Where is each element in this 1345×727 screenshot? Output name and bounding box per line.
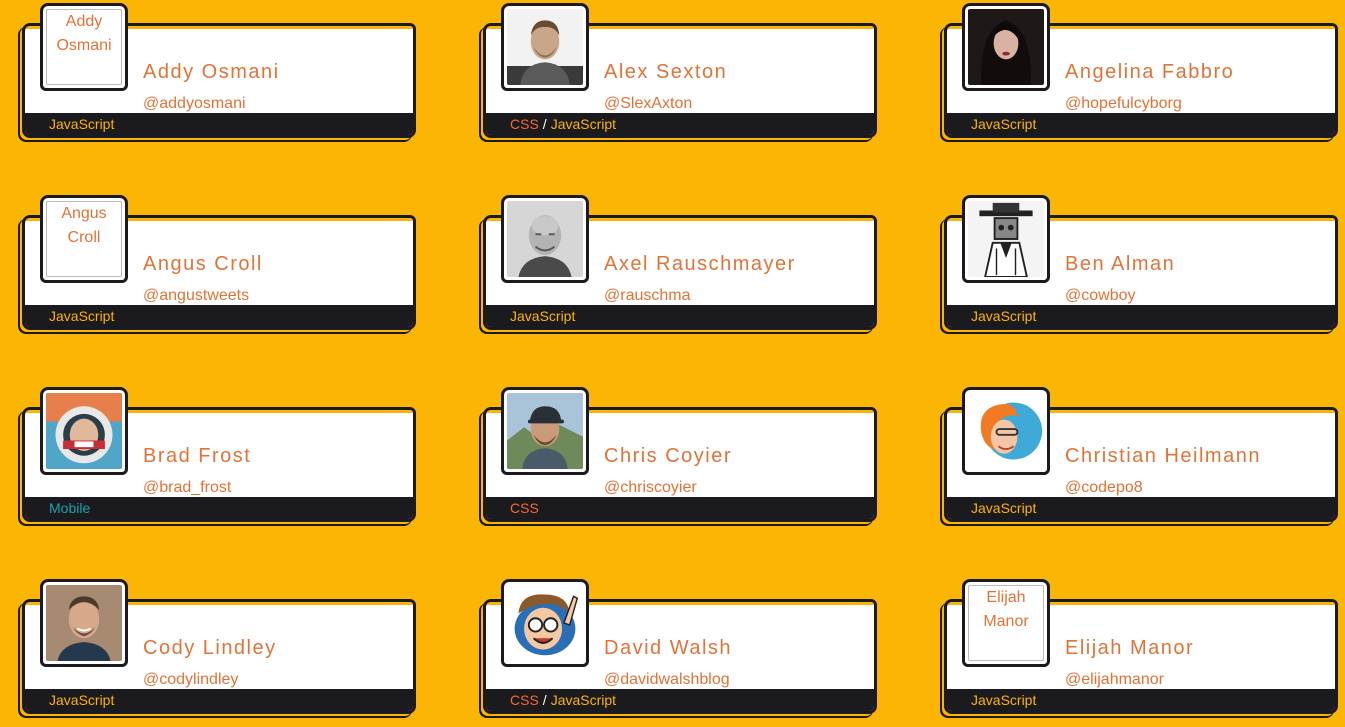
twitter-handle-link[interactable]: @elijahmanor [1065, 671, 1164, 689]
person-card-david-walsh[interactable]: David Walsh @davidwalshblog CSS / JavaScript [483, 579, 877, 714]
twitter-handle-link[interactable]: @hopefulcyborg [1065, 95, 1182, 113]
twitter-handle-link[interactable]: @brad_frost [143, 479, 231, 497]
category-tag-javascript[interactable]: JavaScript [551, 692, 616, 708]
twitter-handle-link[interactable]: @codepo8 [1065, 479, 1143, 497]
twitter-handle-link[interactable]: @SlexAxton [604, 95, 692, 113]
category-tag-javascript[interactable]: JavaScript [510, 308, 575, 324]
category-bar: JavaScript [25, 689, 413, 711]
twitter-handle-link[interactable]: @cowboy [1065, 287, 1136, 305]
person-name[interactable]: Alex Sexton [604, 61, 727, 84]
avatar[interactable] [501, 3, 589, 91]
person-name[interactable]: Cody Lindley [143, 637, 277, 660]
category-bar: JavaScript [947, 305, 1335, 327]
twitter-handle-link[interactable]: @angustweets [143, 287, 249, 305]
category-bar: JavaScript [947, 497, 1335, 519]
person-card-axel-rauschmayer[interactable]: Axel Rauschmayer @rauschma JavaScript [483, 195, 877, 330]
person-card-angus-croll[interactable]: Angus Croll @angustweets JavaScript Angus C… [22, 195, 416, 330]
broken-image-alt-text: Addy Osmani [46, 9, 122, 85]
person-name[interactable]: Chris Coyier [604, 445, 732, 468]
avatar-photo [46, 393, 122, 469]
category-bar: CSS / JavaScript [486, 113, 874, 135]
person-card-ben-alman[interactable]: Ben Alman @cowboy JavaScript [944, 195, 1338, 330]
people-grid: Addy Osmani @addyosmani JavaScript Addy Osm… [0, 0, 1345, 727]
avatar[interactable]: Elijah Manor [962, 579, 1050, 667]
category-bar: JavaScript [25, 113, 413, 135]
category-tag-mobile[interactable]: Mobile [49, 500, 90, 516]
avatar-photo [507, 585, 583, 661]
avatar[interactable] [501, 579, 589, 667]
avatar[interactable] [501, 387, 589, 475]
avatar[interactable] [40, 387, 128, 475]
category-separator: / [542, 116, 547, 132]
twitter-handle-link[interactable]: @addyosmani [143, 95, 246, 113]
person-card-angelina-fabbro[interactable]: Angelina Fabbro @hopefulcyborg JavaScript [944, 3, 1338, 138]
person-name[interactable]: Addy Osmani [143, 61, 280, 84]
twitter-handle-link[interactable]: @davidwalshblog [604, 671, 730, 689]
category-tag-javascript[interactable]: JavaScript [49, 692, 114, 708]
person-name[interactable]: David Walsh [604, 637, 732, 660]
category-bar: CSS / JavaScript [486, 689, 874, 711]
avatar-photo [507, 393, 583, 469]
broken-image-alt-text: Angus Croll [46, 201, 122, 277]
avatar[interactable] [40, 579, 128, 667]
avatar[interactable] [962, 387, 1050, 475]
person-name[interactable]: Brad Frost [143, 445, 251, 468]
person-card-elijah-manor[interactable]: Elijah Manor @elijahmanor JavaScript Elijah… [944, 579, 1338, 714]
category-bar: JavaScript [486, 305, 874, 327]
category-separator: / [542, 692, 547, 708]
category-tag-javascript[interactable]: JavaScript [551, 116, 616, 132]
avatar[interactable] [962, 3, 1050, 91]
category-tag-javascript[interactable]: JavaScript [971, 692, 1036, 708]
avatar-photo [507, 201, 583, 277]
category-tag-javascript[interactable]: JavaScript [49, 116, 114, 132]
category-tag-css[interactable]: CSS [510, 500, 539, 516]
person-name[interactable]: Axel Rauschmayer [604, 253, 796, 276]
broken-image-alt-text: Elijah Manor [968, 585, 1044, 661]
person-name[interactable]: Elijah Manor [1065, 637, 1194, 660]
category-bar: JavaScript [947, 113, 1335, 135]
avatar-photo [46, 585, 122, 661]
avatar[interactable] [962, 195, 1050, 283]
person-name[interactable]: Ben Alman [1065, 253, 1175, 276]
person-name[interactable]: Angus Croll [143, 253, 263, 276]
person-card-christian-heilmann[interactable]: Christian Heilmann @codepo8 JavaScript [944, 387, 1338, 522]
category-tag-javascript[interactable]: JavaScript [971, 308, 1036, 324]
avatar-photo [968, 9, 1044, 85]
person-card-addy-osmani[interactable]: Addy Osmani @addyosmani JavaScript Addy Osm… [22, 3, 416, 138]
category-bar: CSS [486, 497, 874, 519]
category-tag-javascript[interactable]: JavaScript [971, 500, 1036, 516]
category-bar: JavaScript [947, 689, 1335, 711]
avatar[interactable]: Angus Croll [40, 195, 128, 283]
category-bar: Mobile [25, 497, 413, 519]
avatar-photo [968, 393, 1044, 469]
twitter-handle-link[interactable]: @chriscoyier [604, 479, 697, 497]
category-tag-javascript[interactable]: JavaScript [49, 308, 114, 324]
avatar[interactable] [501, 195, 589, 283]
category-tag-javascript[interactable]: JavaScript [971, 116, 1036, 132]
person-card-alex-sexton[interactable]: Alex Sexton @SlexAxton CSS / JavaScript [483, 3, 877, 138]
category-tag-css[interactable]: CSS [510, 692, 539, 708]
category-tag-css[interactable]: CSS [510, 116, 539, 132]
person-name[interactable]: Christian Heilmann [1065, 445, 1261, 468]
person-name[interactable]: Angelina Fabbro [1065, 61, 1234, 84]
category-bar: JavaScript [25, 305, 413, 327]
person-card-brad-frost[interactable]: Brad Frost @brad_frost Mobile [22, 387, 416, 522]
twitter-handle-link[interactable]: @rauschma [604, 287, 691, 305]
avatar-photo [968, 201, 1044, 277]
twitter-handle-link[interactable]: @codylindley [143, 671, 238, 689]
person-card-cody-lindley[interactable]: Cody Lindley @codylindley JavaScript [22, 579, 416, 714]
avatar[interactable]: Addy Osmani [40, 3, 128, 91]
person-card-chris-coyier[interactable]: Chris Coyier @chriscoyier CSS [483, 387, 877, 522]
avatar-photo [507, 9, 583, 85]
